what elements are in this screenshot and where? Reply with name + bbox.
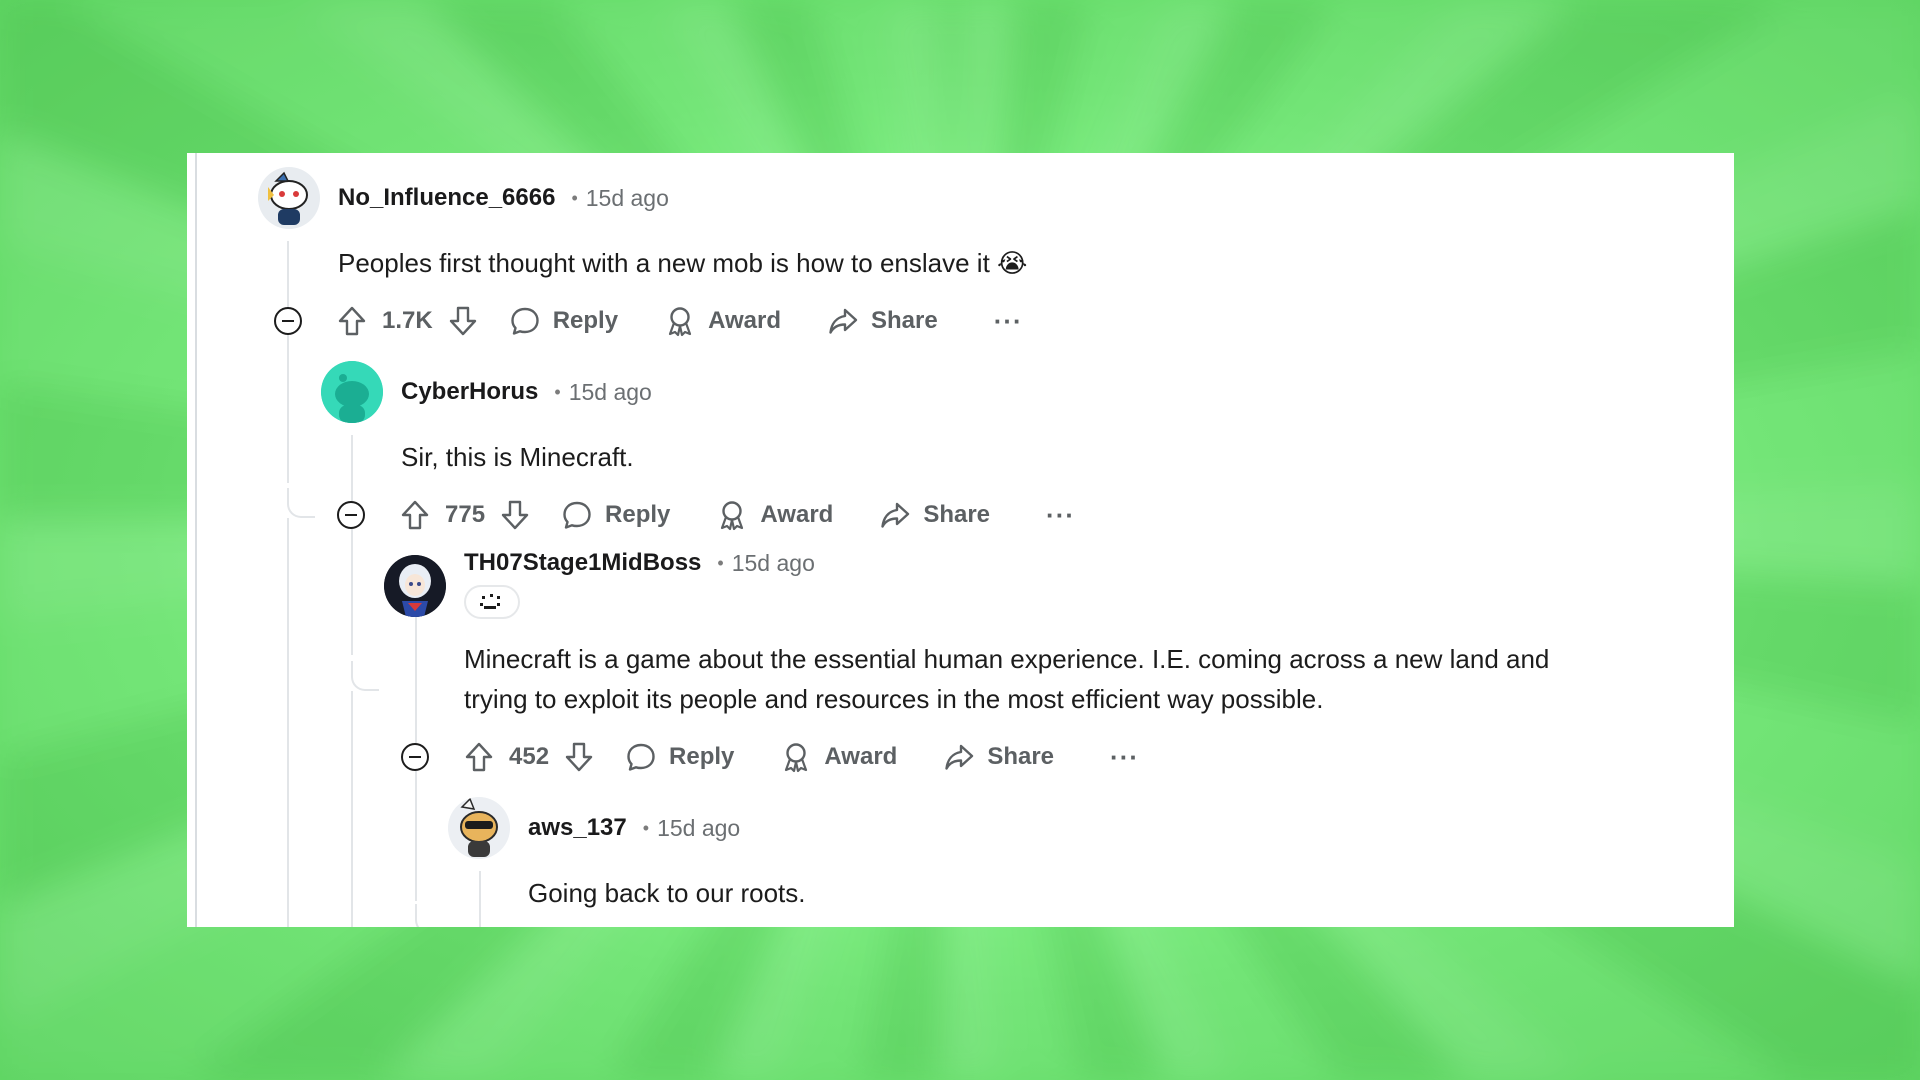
vote-score: 452: [509, 743, 550, 770]
username[interactable]: CyberHorus: [401, 378, 538, 406]
username[interactable]: No_Influence_6666: [338, 184, 555, 212]
user-flair: [464, 585, 520, 619]
share-label: Share: [923, 501, 991, 528]
vote-score: 775: [445, 501, 486, 528]
share-button[interactable]: Share: [879, 499, 990, 531]
comment-body: Sir, this is Minecraft.: [401, 442, 634, 472]
downvote-button[interactable]: [499, 499, 531, 531]
thread-connector-level1: [287, 488, 315, 518]
comment-meta-3: TH07Stage1MidBoss • 15d ago: [464, 549, 815, 577]
avatar-th07stage1midboss[interactable]: [384, 555, 446, 617]
meta-separator: •: [554, 381, 561, 402]
vote-score: 1.7K: [382, 307, 433, 334]
thread-line-level4: [479, 871, 481, 927]
comment-actions-3: 452 Reply Award Share ···: [463, 737, 1139, 777]
comment-thread-card: No_Influence_6666 • 15d ago Peoples firs…: [187, 153, 1734, 927]
award-label: Award: [824, 743, 898, 770]
award-ribbon-icon: [668, 307, 692, 337]
arrow-down-icon: [449, 306, 476, 336]
award-ribbon-icon: [721, 501, 744, 531]
award-button[interactable]: Award: [664, 305, 781, 337]
comment-meta-1: No_Influence_6666 • 15d ago: [338, 184, 669, 212]
avatar-no-influence[interactable]: [258, 167, 320, 229]
share-button[interactable]: Share: [943, 741, 1054, 773]
username[interactable]: aws_137: [528, 814, 627, 842]
downvote-button[interactable]: [447, 305, 479, 337]
snoo-avatar-icon: [258, 167, 320, 229]
snoo-avatar-icon: [321, 361, 383, 423]
comment-body: Peoples first thought with a new mob is …: [338, 248, 1028, 278]
more-options-button[interactable]: ···: [1046, 500, 1075, 531]
thread-line-level1: [287, 241, 289, 483]
timestamp[interactable]: 15d ago: [569, 379, 652, 406]
pixel-face-flair-icon: [480, 594, 500, 609]
collapse-minus-icon[interactable]: [401, 743, 429, 771]
comment-meta-2: CyberHorus • 15d ago: [401, 378, 652, 406]
reply-button[interactable]: Reply: [561, 499, 670, 531]
thread-line-level2: [351, 435, 353, 655]
more-options-button[interactable]: ···: [1110, 742, 1139, 773]
share-arrow-icon: [829, 308, 858, 334]
username[interactable]: TH07Stage1MidBoss: [464, 549, 701, 577]
speech-bubble-icon: [627, 743, 655, 771]
upvote-button[interactable]: [463, 741, 495, 773]
avatar-cyberhorus[interactable]: [321, 361, 383, 423]
award-label: Award: [760, 501, 834, 528]
thread-connector-level3: [415, 904, 443, 927]
reply-button[interactable]: Reply: [625, 741, 734, 773]
more-options-button[interactable]: ···: [994, 306, 1023, 337]
share-label: Share: [870, 307, 938, 334]
speech-bubble-icon: [563, 501, 591, 529]
timestamp[interactable]: 15d ago: [586, 185, 669, 212]
arrow-down-icon: [501, 500, 529, 530]
award-button[interactable]: Award: [716, 499, 833, 531]
comment-meta-4: aws_137 • 15d ago: [528, 814, 740, 842]
award-label: Award: [708, 307, 781, 334]
arrow-up-icon: [465, 742, 493, 772]
thread-line-level1-cont: [287, 518, 289, 927]
upvote-button[interactable]: [336, 305, 368, 337]
award-button[interactable]: Award: [780, 741, 897, 773]
meta-separator: •: [717, 552, 724, 573]
downvote-button[interactable]: [563, 741, 595, 773]
share-arrow-icon: [945, 744, 974, 770]
reply-label: Reply: [669, 743, 735, 770]
share-arrow-icon: [881, 502, 910, 528]
arrow-up-icon: [338, 306, 366, 336]
award-ribbon-icon: [785, 743, 808, 773]
upvote-button[interactable]: [399, 499, 431, 531]
comment-actions-2: 775 Reply Award Share ···: [399, 495, 1075, 535]
share-button[interactable]: Share: [827, 305, 938, 337]
card-left-border: [195, 153, 197, 927]
meta-separator: •: [642, 817, 650, 838]
arrow-up-icon: [401, 500, 429, 530]
arrow-down-icon: [565, 742, 593, 772]
thread-connector-level2: [351, 661, 379, 691]
share-label: Share: [987, 743, 1055, 770]
comment-actions-1: 1.7K Reply Award Share ···: [336, 301, 1023, 341]
comment-body-line-1: Minecraft is a game about the essential …: [464, 644, 1550, 674]
comment-body: Going back to our roots.: [528, 878, 806, 908]
character-avatar-icon: [384, 555, 446, 617]
reply-button[interactable]: Reply: [509, 305, 618, 337]
speech-bubble-icon: [511, 307, 539, 335]
collapse-minus-icon[interactable]: [337, 501, 365, 529]
snoo-avatar-icon: [448, 797, 510, 859]
thread-line-level2-cont: [351, 691, 353, 927]
timestamp[interactable]: 15d ago: [657, 815, 740, 842]
timestamp[interactable]: 15d ago: [732, 550, 815, 577]
avatar-aws-137[interactable]: [448, 797, 510, 859]
reply-label: Reply: [605, 501, 671, 528]
meta-separator: •: [571, 187, 578, 208]
collapse-minus-icon[interactable]: [274, 307, 302, 335]
comment-body-line-2: trying to exploit its people and resourc…: [464, 684, 1324, 714]
reply-label: Reply: [552, 307, 619, 334]
